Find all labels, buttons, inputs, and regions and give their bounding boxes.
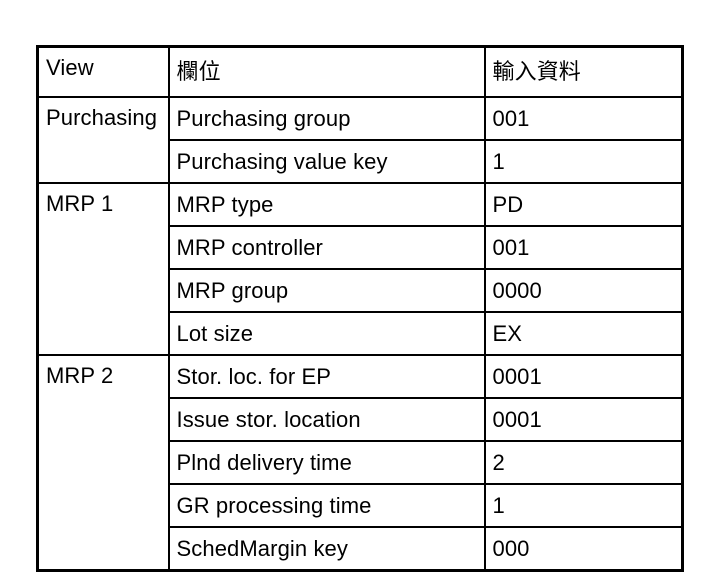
field-cell: GR processing time: [167, 483, 486, 528]
input-cell: 0001: [483, 354, 684, 399]
field-cell: Purchasing value key: [167, 139, 486, 184]
field-cell: MRP controller: [167, 225, 486, 270]
field-cell: Stor. loc. for EP: [167, 354, 486, 399]
view-cell-purchasing: Purchasing: [36, 96, 170, 184]
field-cell: SchedMargin key: [167, 526, 486, 572]
input-cell: 0000: [483, 268, 684, 313]
table-row: MRP 1 MRP type PD: [36, 182, 684, 356]
input-cell: 001: [483, 225, 684, 270]
table-row: Purchasing Purchasing group 001: [36, 96, 684, 184]
view-cell-mrp-2: MRP 2: [36, 354, 170, 572]
input-cell: 001: [483, 96, 684, 141]
table-header-row: View 欄位 輸入資料: [36, 45, 684, 98]
field-cell: MRP group: [167, 268, 486, 313]
column-header-view: View: [36, 45, 170, 98]
input-cell: PD: [483, 182, 684, 227]
table-row: MRP 2 Stor. loc. for EP 0001: [36, 354, 684, 572]
field-cell: Lot size: [167, 311, 486, 356]
input-cell: 2: [483, 440, 684, 485]
field-cell: MRP type: [167, 182, 486, 227]
page-root: View 欄位 輸入資料 Purchasing Purchasing group…: [0, 0, 720, 572]
input-cell: EX: [483, 311, 684, 356]
column-header-input: 輸入資料: [483, 45, 684, 98]
material-master-view-table: View 欄位 輸入資料 Purchasing Purchasing group…: [36, 45, 684, 572]
field-cell: Issue stor. location: [167, 397, 486, 442]
column-header-field: 欄位: [167, 45, 486, 98]
field-cell: Plnd delivery time: [167, 440, 486, 485]
input-cell: 1: [483, 483, 684, 528]
input-cell: 000: [483, 526, 684, 572]
field-cell: Purchasing group: [167, 96, 486, 141]
view-cell-mrp-1: MRP 1: [36, 182, 170, 356]
table-body: View 欄位 輸入資料 Purchasing Purchasing group…: [36, 45, 684, 572]
input-cell: 0001: [483, 397, 684, 442]
input-cell: 1: [483, 139, 684, 184]
